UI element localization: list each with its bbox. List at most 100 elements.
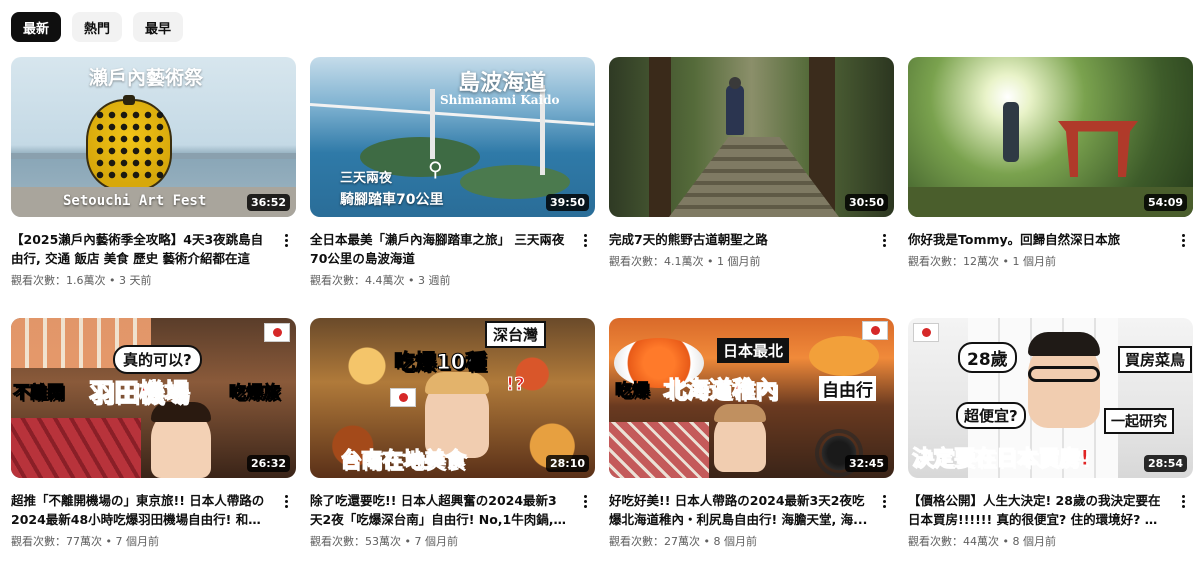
view-count: 觀看次數：27萬次 (609, 535, 700, 548)
thumbnail-overlay-text: Setouchi Art Fest (63, 193, 207, 209)
japan-flag-icon (913, 323, 939, 342)
video-thumbnail[interactable]: 深台灣 吃爆10種 !? 台南在地美食 28:10 (310, 318, 595, 478)
separator-dot: • (703, 535, 711, 548)
thumbnail-overlay-text: 吃爆 (615, 381, 650, 402)
video-stats: 觀看次數：1.6萬次 • 3 天前 (11, 272, 270, 288)
thumbnail-overlay-text: 吃爆旅 (229, 383, 281, 404)
video-card: 瀨戶內藝術祭 Setouchi Art Fest 36:52 【2025瀨戶內藝… (11, 57, 296, 318)
video-card: 30:50 完成7天的熊野古道朝聖之路 觀看次數：4.1萬次 • 1 個月前 (609, 57, 894, 318)
video-card: 島波海道 Shimanami Kaido 三天兩夜 騎腳踏車70公里 ⚲ 39:… (310, 57, 595, 318)
video-grid: 瀨戶內藝術祭 Setouchi Art Fest 36:52 【2025瀨戶內藝… (11, 57, 1193, 562)
view-count: 觀看次數：12萬次 (908, 255, 999, 268)
thumbnail-overlay-text: 真的可以? (113, 345, 202, 374)
thumbnail-overlay-text: 自由行 (819, 376, 876, 401)
video-thumbnail[interactable]: 瀨戶內藝術祭 Setouchi Art Fest 36:52 (11, 57, 296, 217)
filter-chip-latest[interactable]: 最新 (11, 12, 62, 42)
thumbnail-overlay-text: 羽田機場 (88, 378, 190, 408)
upload-age: 3 週前 (418, 274, 451, 287)
japan-flag-icon (264, 323, 290, 342)
thumbnail-overlay-text: 決定要在日本買房! (912, 446, 1091, 471)
video-card: 真的可以? 不離開 羽田機場 吃爆旅 26:32 超推「不離開機場の」東京旅!!… (11, 318, 296, 562)
separator-dot: • (408, 274, 415, 287)
more-options-icon[interactable] (575, 490, 595, 512)
separator-dot: • (1002, 255, 1010, 268)
video-title[interactable]: 好吃好美!! 日本人帶路の2024最新3天2夜吃爆北海道稚內・利尻島自由行! 海… (609, 491, 868, 529)
video-stats: 觀看次數：4.1萬次 • 1 個月前 (609, 253, 868, 269)
video-title[interactable]: 除了吃還要吃!! 日本人超興奮の2024最新3天2夜「吃爆深台南」自由行! No… (310, 491, 569, 529)
more-options-icon[interactable] (276, 229, 296, 251)
view-count: 觀看次數：1.6萬次 (11, 274, 106, 287)
video-duration: 28:54 (1143, 455, 1187, 472)
thumbnail-overlay-text: 一起研究 (1104, 408, 1174, 434)
thumbnail-overlay-text: 超便宜? (956, 402, 1026, 429)
video-thumbnail[interactable]: 28歲 買房菜鳥 超便宜? 一起研究 決定要在日本買房! 28:54 (908, 318, 1193, 478)
thumbnail-overlay-text: 三天兩夜 (340, 171, 393, 186)
more-options-icon[interactable] (874, 490, 894, 512)
bicycle-icon: ⚲ (428, 157, 443, 181)
video-card: 54:09 你好我是Tommy。回歸自然深日本旅 觀看次數：12萬次 • 1 個… (908, 57, 1193, 318)
thumbnail-overlay-text: 日本最北 (717, 338, 790, 363)
more-options-icon[interactable] (1173, 490, 1193, 512)
separator-dot: • (1002, 535, 1010, 548)
filter-chips: 最新 熱門 最早 (11, 12, 184, 42)
video-stats: 觀看次數：44萬次 • 8 個月前 (908, 533, 1167, 549)
video-duration: 26:32 (246, 455, 290, 472)
video-stats: 觀看次數：12萬次 • 1 個月前 (908, 253, 1167, 269)
separator-dot: • (404, 535, 412, 548)
thumbnail-overlay-text: 北海道稚內 (663, 377, 779, 404)
video-title[interactable]: 【價格公開】人生大決定! 28歲の我決定要在日本買房!!!!!! 真的很便宜? … (908, 491, 1167, 529)
video-thumbnail[interactable]: 島波海道 Shimanami Kaido 三天兩夜 騎腳踏車70公里 ⚲ 39:… (310, 57, 595, 217)
video-title[interactable]: 超推「不離開機場の」東京旅!! 日本人帶路の2024最新48小時吃爆羽田機場自由… (11, 491, 270, 529)
japan-flag-icon (862, 321, 888, 340)
thumbnail-overlay-text: 台南在地美食 (340, 448, 467, 473)
video-duration: 32:45 (844, 455, 888, 472)
video-duration: 54:09 (1143, 194, 1187, 211)
separator-dot: • (105, 535, 113, 548)
video-card: 28歲 買房菜鳥 超便宜? 一起研究 決定要在日本買房! 28:54 【價格公開… (908, 318, 1193, 562)
thumbnail-overlay-text: 28歲 (958, 342, 1017, 373)
separator-dot: • (109, 274, 116, 287)
video-thumbnail[interactable]: 真的可以? 不離開 羽田機場 吃爆旅 26:32 (11, 318, 296, 478)
view-count: 觀看次數：53萬次 (310, 535, 401, 548)
thumbnail-overlay-text: 騎腳踏車70公里 (340, 192, 444, 208)
video-duration: 30:50 (844, 194, 888, 211)
video-duration: 39:50 (545, 194, 589, 211)
video-stats: 觀看次數：77萬次 • 7 個月前 (11, 533, 270, 549)
view-count: 觀看次數：77萬次 (11, 535, 102, 548)
video-card: 日本最北 吃爆 北海道稚內 自由行 32:45 好吃好美!! 日本人帶路の202… (609, 318, 894, 562)
upload-age: 8 個月前 (713, 535, 758, 548)
video-stats: 觀看次數：4.4萬次 • 3 週前 (310, 272, 569, 288)
thumbnail-overlay-text: 不離開 (13, 383, 65, 404)
video-title[interactable]: 你好我是Tommy。回歸自然深日本旅 (908, 230, 1167, 249)
upload-age: 7 個月前 (115, 535, 160, 548)
filter-chip-oldest[interactable]: 最早 (133, 12, 184, 42)
view-count: 觀看次數：44萬次 (908, 535, 999, 548)
upload-age: 1 個月前 (717, 255, 761, 268)
thumbnail-overlay-text: 買房菜鳥 (1118, 346, 1193, 373)
video-title[interactable]: 完成7天的熊野古道朝聖之路 (609, 230, 868, 249)
video-card: 深台灣 吃爆10種 !? 台南在地美食 28:10 除了吃還要吃!! 日本人超興… (310, 318, 595, 562)
more-options-icon[interactable] (575, 229, 595, 251)
view-count: 觀看次數：4.1萬次 (609, 255, 704, 268)
upload-age: 8 個月前 (1012, 535, 1057, 548)
video-thumbnail[interactable]: 30:50 (609, 57, 894, 217)
video-thumbnail[interactable]: 日本最北 吃爆 北海道稚內 自由行 32:45 (609, 318, 894, 478)
more-options-icon[interactable] (1173, 229, 1193, 251)
upload-age: 3 天前 (119, 274, 152, 287)
separator-dot: • (707, 255, 714, 268)
thumbnail-overlay-text: !? (506, 374, 526, 396)
view-count: 觀看次數：4.4萬次 (310, 274, 405, 287)
video-stats: 觀看次數：53萬次 • 7 個月前 (310, 533, 569, 549)
upload-age: 1 個月前 (1012, 255, 1057, 268)
video-title[interactable]: 全日本最美「瀨戶內海腳踏車之旅」 三天兩夜70公里の島波海道 (310, 230, 569, 268)
video-title[interactable]: 【2025瀨戶內藝術季全攻略】4天3夜跳島自由行, 交通 飯店 美食 歷史 藝術… (11, 230, 270, 268)
video-duration: 28:10 (545, 455, 589, 472)
more-options-icon[interactable] (276, 490, 296, 512)
more-options-icon[interactable] (874, 229, 894, 251)
thumbnail-overlay-text: 深台灣 (485, 321, 547, 348)
filter-chip-popular[interactable]: 熱門 (72, 12, 123, 42)
thumbnail-overlay-text: 瀨戶內藝術祭 (89, 67, 204, 89)
video-thumbnail[interactable]: 54:09 (908, 57, 1193, 217)
upload-age: 7 個月前 (414, 535, 459, 548)
thumbnail-overlay-text: 吃爆10種 (393, 350, 487, 375)
